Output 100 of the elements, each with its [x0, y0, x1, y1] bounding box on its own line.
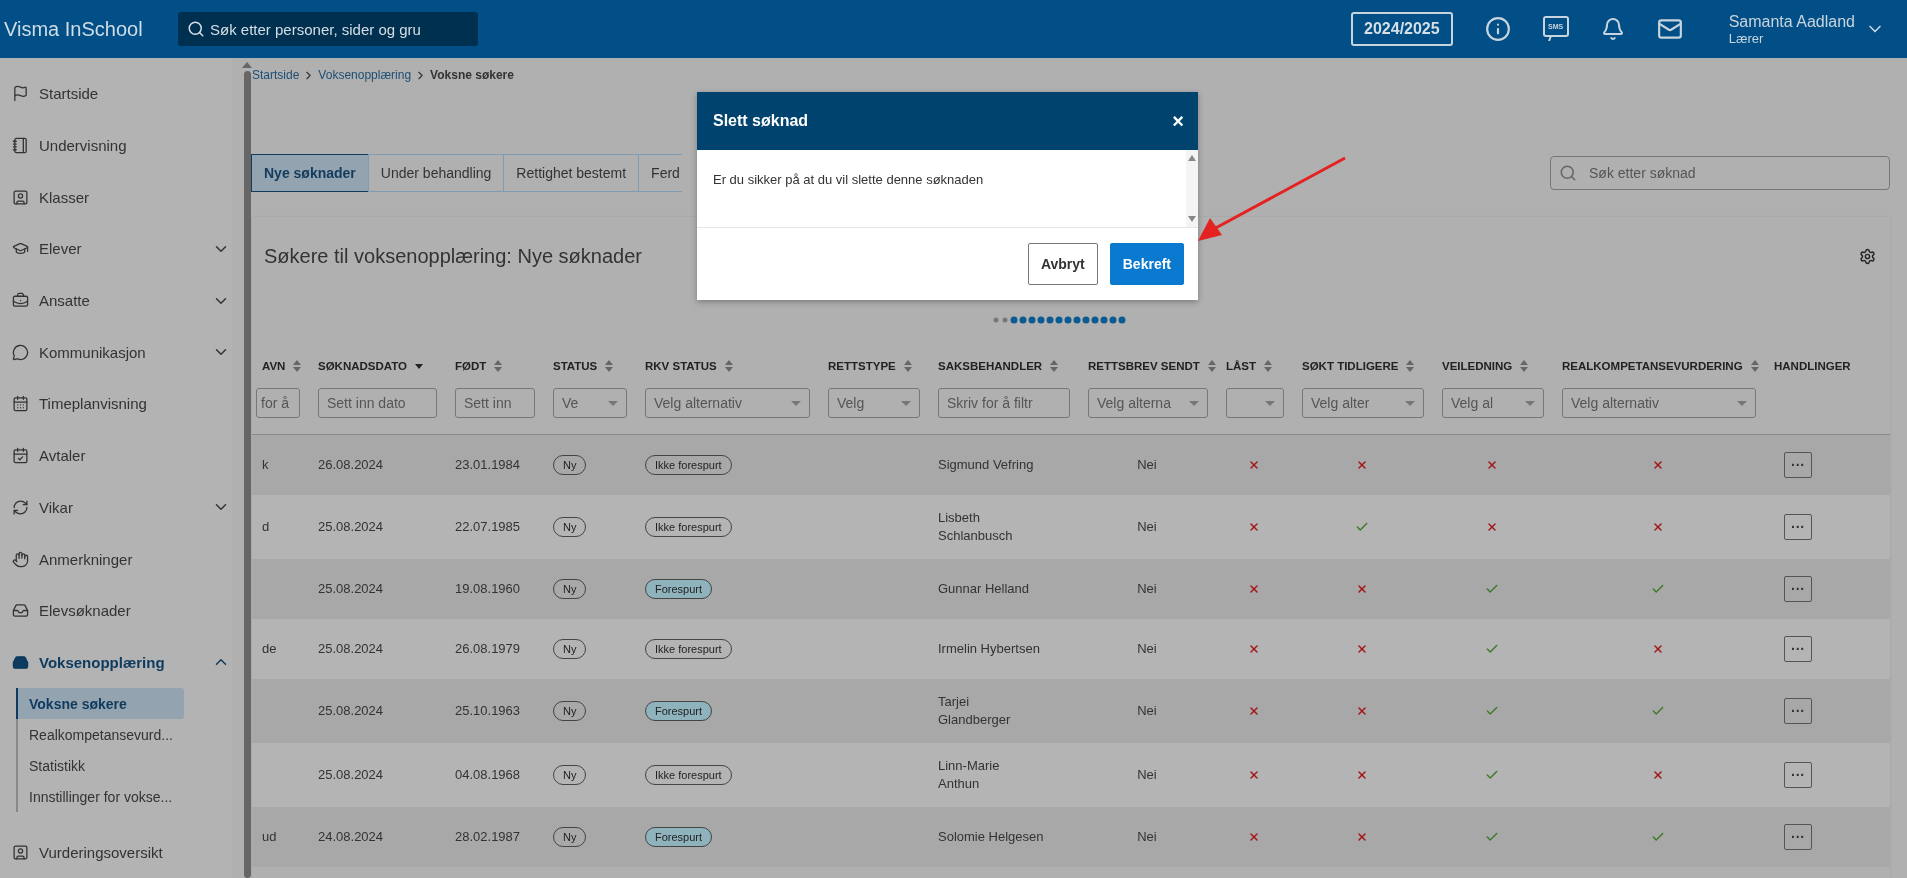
more-actions-button[interactable]: ··· [1784, 576, 1812, 602]
info-icon[interactable] [1484, 16, 1511, 42]
sidebar-item[interactable]: Vurderingsoversikt [0, 826, 242, 878]
cancel-button[interactable]: Avbryt [1027, 243, 1098, 285]
table-cell: 19.08.1960 [455, 580, 521, 598]
table-cell: k [262, 456, 269, 474]
filter-dropdown[interactable]: Velg alter [1302, 388, 1424, 418]
person-board-icon [12, 843, 29, 861]
card-title: Søkere til voksenopplæring: Nye søknader [264, 245, 642, 268]
column-header[interactable]: FØDT [455, 360, 487, 372]
table-cell: Gunnar Helland [938, 580, 1030, 598]
sort-icon[interactable] [605, 360, 614, 372]
more-actions-button[interactable]: ··· [1784, 698, 1812, 724]
sidebar-item[interactable]: Timeplanvisning [0, 378, 242, 430]
tab[interactable]: Nye søknader [251, 154, 369, 192]
column-header[interactable]: HANDLINGER [1774, 360, 1851, 372]
user-menu[interactable]: Samanta Aadland Lærer [1722, 11, 1891, 47]
sort-icon[interactable] [1050, 360, 1059, 372]
table-cell: d [262, 518, 270, 536]
table-cell: Sigmund Vefring [938, 456, 1034, 474]
column-header[interactable]: STATUS [553, 360, 598, 372]
confirm-button[interactable]: Bekreft [1109, 243, 1184, 285]
filter-dropdown[interactable]: Velg alterna [1088, 388, 1208, 418]
column-header[interactable]: LÅST [1226, 360, 1257, 372]
column-header[interactable]: VEILEDNING [1442, 360, 1513, 372]
filter-field[interactable]: Sett inn dato [318, 388, 437, 418]
application-search-field[interactable]: Søk etter søknad [1550, 156, 1890, 190]
sidebar-subitem[interactable]: Statistikk [16, 750, 184, 782]
sort-descending-icon[interactable] [415, 363, 424, 369]
column-header[interactable]: RETTSTYPE [828, 360, 896, 372]
sort-icon[interactable] [1750, 360, 1759, 372]
more-actions-button[interactable]: ··· [1784, 636, 1812, 662]
sidebar-item[interactable]: Kommunikasjon [0, 326, 242, 379]
sidebar-item[interactable]: Vikar [0, 481, 242, 534]
more-actions-button[interactable]: ··· [1784, 514, 1812, 540]
tab[interactable]: Under behandling [367, 154, 505, 192]
sidebar-item[interactable]: Elevsøknader [0, 584, 242, 637]
tab[interactable]: Ferd [638, 154, 682, 192]
more-actions-button[interactable]: ··· [1784, 762, 1812, 788]
sidebar-item[interactable]: Startside [0, 68, 242, 120]
filter-field[interactable]: Sett inn [455, 388, 535, 418]
sidebar-item[interactable]: Elever [0, 223, 242, 275]
column-header[interactable]: RKV STATUS [645, 360, 717, 372]
sidebar-item[interactable]: Ansatte [0, 274, 242, 327]
sidebar-subitem[interactable]: Voksne søkere [16, 688, 184, 720]
tab[interactable]: Rettighet bestemt [503, 154, 640, 192]
table-cell: Solomie Helgesen [938, 828, 1044, 846]
breadcrumb-link[interactable]: Voksenopplæring [318, 68, 412, 82]
filter-dropdown[interactable]: Ve [553, 388, 627, 418]
sidebar-item[interactable]: Avtaler [0, 429, 242, 482]
sort-icon[interactable] [1207, 360, 1216, 372]
table-cell: 25.08.2024 [318, 518, 384, 536]
column-header[interactable]: AVN [262, 360, 286, 372]
table-cell: 25.08.2024 [318, 580, 384, 598]
more-actions-button[interactable]: ··· [1784, 824, 1812, 850]
filter-dropdown[interactable]: Velg [828, 388, 920, 418]
table-cell: Nei [1137, 518, 1157, 536]
sort-icon[interactable] [293, 360, 302, 372]
column-header[interactable]: REALKOMPETANSEVURDERING [1562, 360, 1743, 372]
filter-dropdown[interactable]: Velg alternativ [1562, 388, 1756, 418]
table-cell: Nei [1137, 766, 1157, 784]
sort-icon[interactable] [724, 360, 733, 372]
filter-dropdown[interactable] [1226, 388, 1284, 418]
sort-icon[interactable] [903, 360, 912, 372]
breadcrumb-link[interactable]: Startside [252, 68, 300, 82]
sort-icon[interactable] [1264, 360, 1273, 372]
global-search-field[interactable]: Søk etter personer, sider og gru [178, 12, 478, 46]
table-cell: 24.08.2024 [318, 828, 384, 846]
column-header[interactable]: SØKT TIDLIGERE [1302, 360, 1399, 372]
settings-icon[interactable] [1859, 248, 1876, 265]
table-cell: ud [262, 828, 277, 846]
sort-icon[interactable] [494, 360, 503, 372]
rkv-status-badge: Forespurt [645, 578, 713, 600]
sidebar-item[interactable]: Anmerkninger [0, 533, 242, 585]
dialog-scrollbar[interactable] [1186, 150, 1198, 227]
close-button[interactable]: × [1172, 109, 1184, 133]
bell-icon[interactable] [1600, 17, 1625, 41]
column-header[interactable]: RETTSBREV SENDT [1088, 360, 1200, 372]
sort-icon[interactable] [1406, 360, 1415, 372]
filter-dropdown[interactable]: Velg alternativ [645, 388, 810, 418]
sidebar-item[interactable]: Klasser [0, 171, 242, 224]
sidebar-item[interactable]: Undervisning [0, 119, 242, 172]
filter-field[interactable]: for å [256, 388, 300, 418]
column-header[interactable]: SAKSBEHANDLER [938, 360, 1043, 372]
scrollbar-thumb[interactable] [243, 71, 251, 878]
sidebar-subitem[interactable]: Realkompetansevurd... [16, 719, 184, 751]
column-header[interactable]: SØKNADSDATO [318, 360, 408, 372]
search-icon [1559, 164, 1577, 182]
filter-field[interactable]: Skriv for å filtr [938, 388, 1070, 418]
sidebar-subitem[interactable]: Innstillinger for vokse... [16, 781, 184, 813]
dialog-message: Er du sikker på at du vil slette denne søknaden [712, 171, 985, 189]
breadcrumb-current[interactable]: Voksne søkere [430, 68, 514, 82]
sort-icon[interactable] [1520, 360, 1529, 372]
filter-dropdown[interactable]: Velg al [1442, 388, 1544, 418]
mail-icon[interactable] [1656, 16, 1683, 42]
app-logo[interactable]: Visma InSchool [4, 17, 154, 41]
sidebar-item[interactable]: Voksenopplæring [0, 636, 242, 689]
more-actions-button[interactable]: ··· [1784, 452, 1812, 478]
refresh-icon [12, 498, 29, 516]
school-year-button[interactable]: 2024/2025 [1351, 12, 1453, 46]
